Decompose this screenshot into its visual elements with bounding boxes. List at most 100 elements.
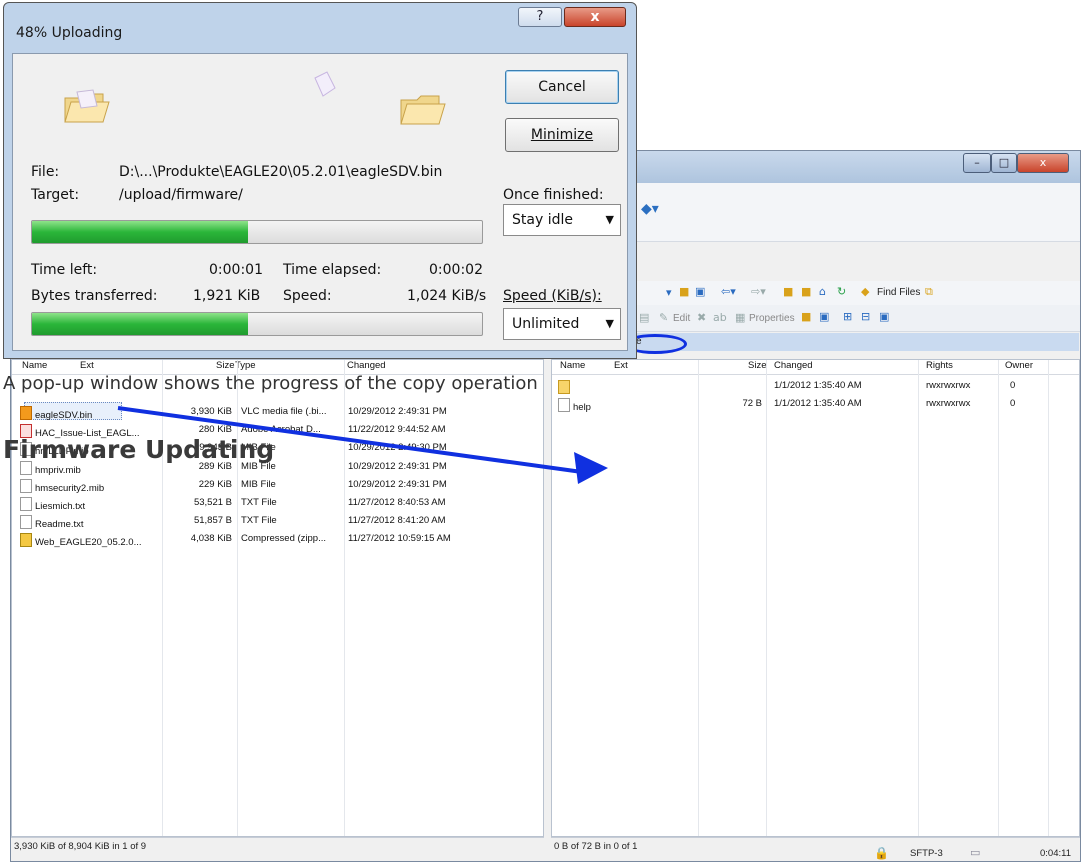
file-icon	[20, 515, 32, 530]
filter-dir-icon[interactable]: ▣	[695, 285, 705, 298]
lock-icon: 🔒	[874, 846, 889, 860]
file-type: Compressed (zipp...	[241, 533, 327, 545]
file-name-cell: eagleSDV.bin	[20, 406, 92, 421]
file-size: 280 KiB	[198, 424, 232, 436]
table-row[interactable]: Web_EAGLE20_05.2.0... 4,038 KiB Compressed…	[12, 531, 543, 549]
file-label: File:	[31, 164, 60, 180]
properties-icon[interactable]: ▦	[735, 311, 745, 324]
file-changed: 11/27/2012 10:59:15 AM	[348, 533, 451, 545]
file-name: eagleSDV.bin	[35, 410, 93, 421]
select-all-icon[interactable]: ⊞	[843, 310, 852, 323]
file-changed: 10/29/2012 2:49:31 PM	[348, 460, 447, 472]
col-header-name[interactable]: Name	[560, 360, 585, 371]
col-header-rights[interactable]: Rights	[926, 360, 953, 371]
table-row[interactable]: 1/1/2012 1:35:40 AM rwxrwxrwx 0	[552, 378, 1079, 396]
minimize-button[interactable]: Minimize	[505, 118, 619, 152]
file-name: Web_EAGLE20_05.2.0...	[35, 537, 142, 549]
dialog-close-button[interactable]: x	[564, 7, 626, 27]
time-left-label: Time left:	[31, 262, 98, 278]
speed-label: Speed:	[283, 288, 332, 304]
col-header-changed[interactable]: Changed	[347, 360, 386, 371]
column-divider	[698, 360, 699, 836]
col-header-ext[interactable]: Ext	[614, 360, 628, 371]
file-name-cell: Liesmich.txt	[20, 497, 85, 512]
speed-limit-label: Speed (KiB/s):	[503, 288, 602, 304]
file-changed: 11/27/2012 8:40:53 AM	[348, 497, 446, 508]
remote-status-text: 0 B of 72 B in 0 of 1	[554, 841, 638, 852]
table-row[interactable]: help 72 B 1/1/2012 1:35:40 AM rwxrwxrwx 0	[552, 396, 1079, 414]
once-finished-select[interactable]: Stay idle ▼	[503, 204, 621, 236]
table-row[interactable]: hmsecurity2.mib 229 KiB MIB File 10/29/2012…	[12, 477, 543, 495]
vlc-icon	[20, 406, 32, 420]
header-divider	[552, 374, 1079, 375]
col-header-ext[interactable]: Ext	[80, 360, 94, 371]
column-divider	[766, 360, 767, 836]
find-files-icon[interactable]: ◆	[861, 285, 869, 298]
tree-icon[interactable]: ⧉	[925, 285, 933, 299]
table-row[interactable]: Liesmich.txt 53,521 B TXT File 11/27/2012 8…	[12, 495, 543, 513]
parent-dir-icon[interactable]: ■	[783, 285, 793, 298]
window-maximize-button[interactable]: □	[991, 153, 1017, 173]
column-divider	[998, 360, 999, 836]
section-heading: Firmware Updating	[3, 435, 275, 464]
delete-icon[interactable]: ✖	[697, 311, 706, 324]
table-row[interactable]: eagleSDV.bin 3,930 KiB VLC media file (.bi…	[12, 404, 543, 422]
col-header-changed[interactable]: Changed	[774, 360, 813, 371]
table-row[interactable]: Readme.txt 51,857 B TXT File 11/27/2012 8:4…	[12, 513, 543, 531]
local-file-panel[interactable]: Name Ext Size Type Changed eagleSDV.bin 3…	[11, 359, 544, 837]
file-owner: 0	[1010, 380, 1016, 391]
col-header-type[interactable]: Type	[235, 360, 256, 371]
filter-icon[interactable]: ▾	[666, 286, 672, 299]
file-name-cell: Readme.txt	[20, 515, 84, 530]
home-icon[interactable]: ⌂	[819, 285, 826, 298]
filter-select-icon[interactable]: ▣	[879, 310, 889, 323]
window-close-button[interactable]: x	[1017, 153, 1069, 173]
properties-button[interactable]: Properties	[749, 313, 795, 324]
remote-file-panel[interactable]: Name Ext Size Changed Rights Owner 1/1/2…	[551, 359, 1080, 837]
col-header-size[interactable]: Size	[216, 360, 234, 371]
file-rights: rwxrwxrwx	[926, 380, 971, 391]
column-divider	[1048, 360, 1049, 836]
rename-icon[interactable]: ab	[713, 311, 727, 324]
file-size: 229 KiB	[198, 478, 232, 490]
total-progress-bar	[31, 312, 483, 336]
root-dir-icon[interactable]: ■	[801, 285, 811, 298]
target-label: Target:	[31, 187, 80, 203]
target-path-value: /upload/firmware/	[119, 187, 243, 203]
parent-folder-icon	[558, 380, 570, 394]
open-folder-icon[interactable]: ■	[679, 285, 689, 298]
target-folder-icon	[400, 95, 446, 125]
window-minimize-button[interactable]: –	[963, 153, 991, 173]
help-button[interactable]: ?	[518, 7, 562, 27]
cancel-button[interactable]: Cancel	[505, 70, 619, 104]
back-icon[interactable]: ⇦▾	[721, 285, 736, 298]
file-changed: 11/22/2012 9:44:52 AM	[348, 424, 446, 436]
download-icon[interactable]: ▤	[639, 311, 649, 324]
file-changed: 11/27/2012 8:41:20 AM	[348, 515, 446, 527]
total-progress-fill	[32, 313, 248, 335]
new-file-icon[interactable]: ▣	[819, 310, 829, 323]
col-header-owner[interactable]: Owner	[1005, 360, 1033, 371]
file-name: Liesmich.txt	[35, 501, 86, 512]
find-files-button[interactable]: Find Files	[877, 287, 920, 298]
session-dropdown-icon[interactable]: ◆▾	[641, 201, 659, 217]
edit-icon[interactable]: ✎	[659, 311, 668, 324]
forward-icon[interactable]: ⇨▾	[751, 285, 766, 298]
new-folder-icon[interactable]: ■	[801, 310, 811, 323]
time-elapsed-value: 0:00:02	[429, 262, 483, 278]
edit-button[interactable]: Edit	[673, 313, 690, 324]
file-size: 72 B	[742, 398, 762, 409]
unselect-icon[interactable]: ⊟	[861, 310, 870, 323]
flying-file-icon	[314, 71, 336, 97]
file-name: hmsecurity2.mib	[35, 482, 105, 494]
file-changed: 10/29/2012 2:49:30 PM	[348, 442, 447, 454]
protocol-label: SFTP-3	[910, 848, 943, 859]
file-changed: 10/29/2012 2:49:31 PM	[348, 478, 447, 490]
file-name: hmpriv.mib	[35, 464, 81, 476]
col-header-size[interactable]: Size	[748, 360, 766, 371]
speed-limit-select[interactable]: Unlimited ▼	[503, 308, 621, 340]
refresh-icon[interactable]: ↻	[837, 285, 846, 298]
col-header-name[interactable]: Name	[22, 360, 47, 371]
minimize-label: Minimize	[530, 127, 594, 143]
file-name-cell: hmsecurity2.mib	[20, 478, 105, 494]
